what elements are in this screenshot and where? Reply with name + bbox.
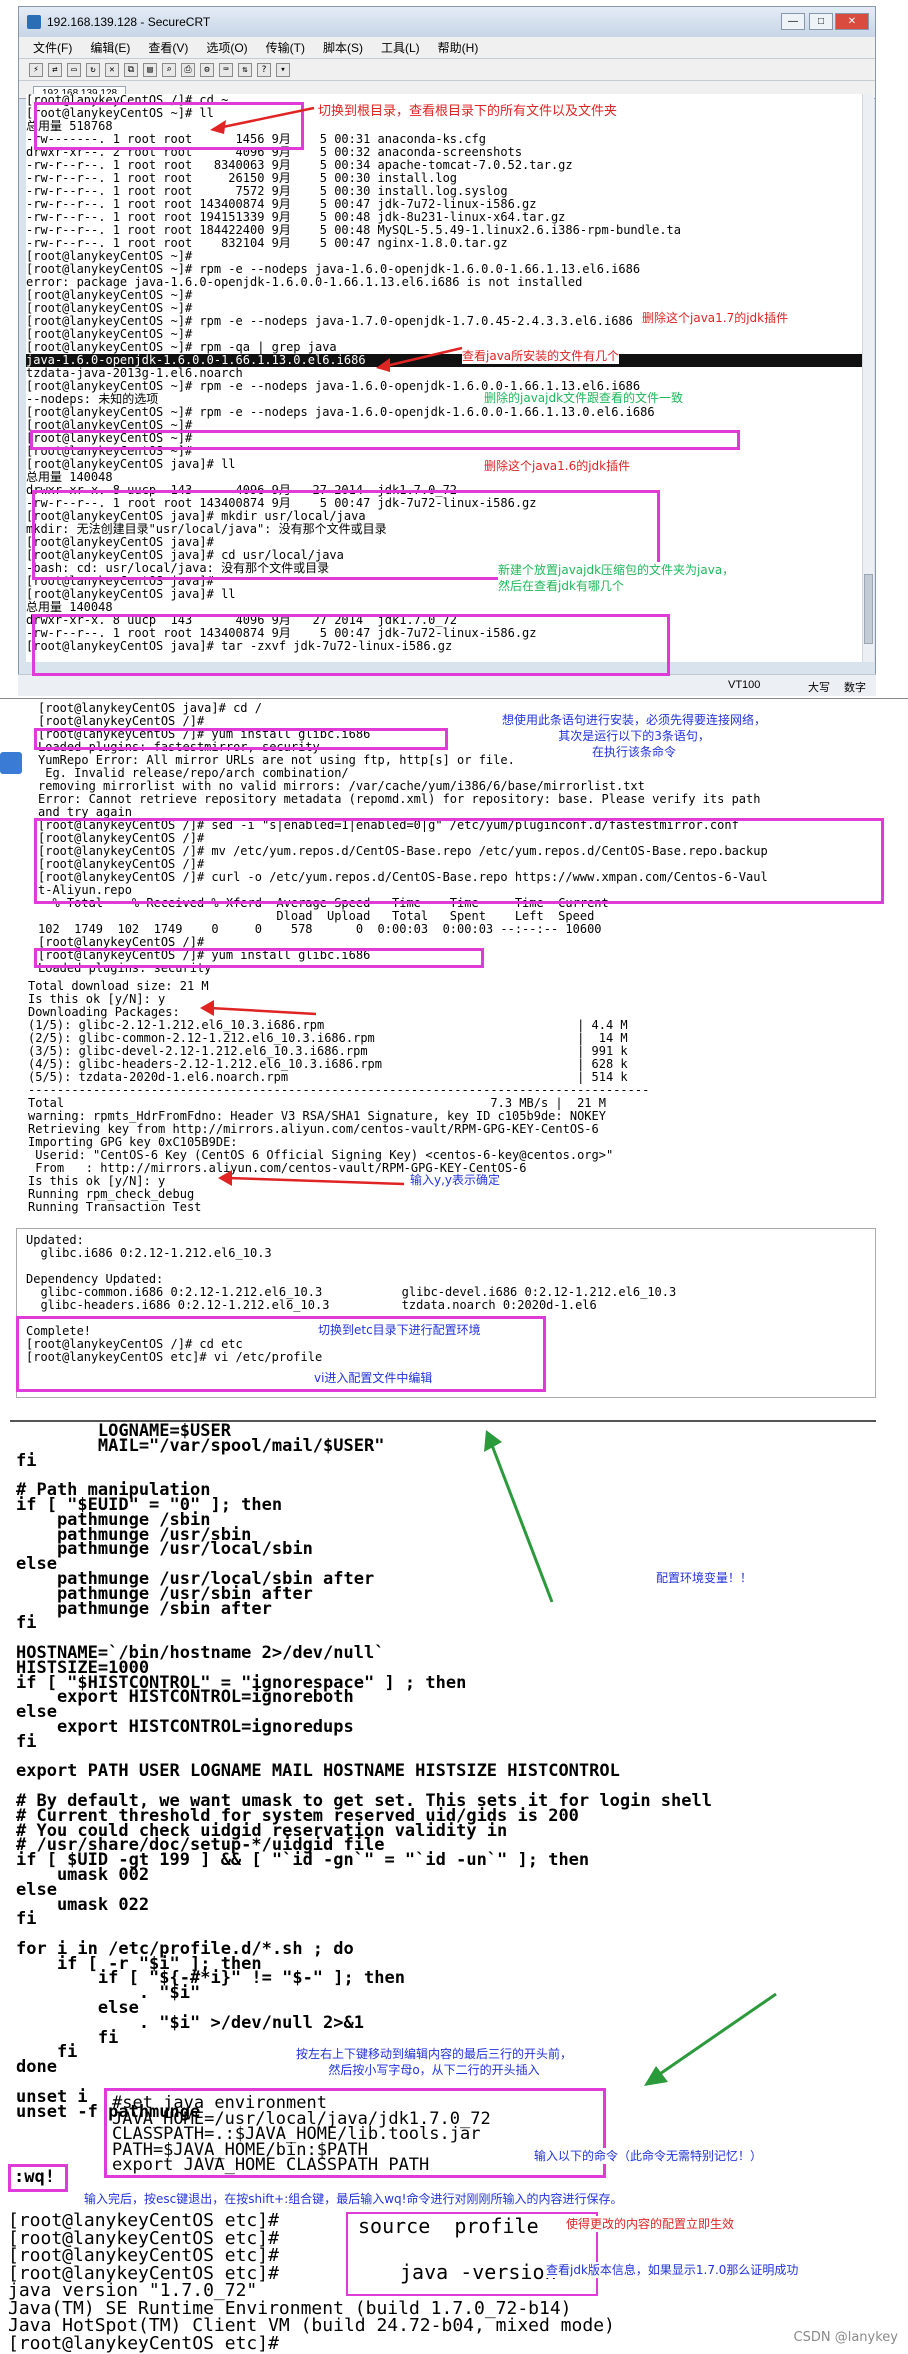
note-query-java: 查看java所安装的文件有几个	[462, 348, 620, 364]
toolbar: ⚡ ⇄ ▭ ↻ ✕ ⧉ ▤ ⌕ ⎙ ⚙ ⌨ ⇅ ? ▾	[19, 59, 875, 81]
status-bar: VT100 大写 数字	[18, 674, 876, 696]
vi-wq-command[interactable]: :wq!	[14, 2169, 55, 2186]
terminal-line: glibc.i686 0:2.12-1.212.el6_10.3	[26, 1246, 272, 1260]
window-title: 192.168.139.128 - SecureCRT	[47, 15, 211, 29]
minimize-button[interactable]: —	[781, 13, 805, 30]
print-icon[interactable]: ⎙	[181, 62, 195, 77]
menu-script[interactable]: 脚本(S)	[323, 39, 363, 56]
note-confirm-y: 输入y,y表示确定	[410, 1172, 501, 1188]
menu-edit[interactable]: 编辑(E)	[90, 39, 130, 56]
status-caps: 大写	[808, 682, 830, 694]
terminal-line: fi	[16, 1450, 37, 1471]
menu-view[interactable]: 查看(V)	[148, 39, 188, 56]
title-bar: 192.168.139.128 - SecureCRT	[19, 7, 875, 37]
menu-help[interactable]: 帮助(H)	[438, 39, 479, 56]
menu-options[interactable]: 选项(O)	[206, 39, 247, 56]
close-button[interactable]: ✕	[835, 13, 869, 30]
note-cd-etc: 切换到etc目录下进行配置环境	[318, 1322, 481, 1338]
terminal-line: umask 002	[16, 1864, 150, 1885]
note-wq: 输入完后，按esc键退出，在按shift+:组合键，最后输入wq!命令进行对刚刚…	[84, 2191, 623, 2207]
terminal-line: MAIL="/var/spool/mail/$USER"	[16, 1435, 385, 1456]
arrow-down-left	[644, 1992, 777, 2086]
note-remove-16: 删除这个java1.6的jdk插件	[484, 458, 631, 474]
status-terminal-type: VT100	[728, 679, 761, 691]
note-vi-edit: vi进入配置文件中编辑	[314, 1370, 433, 1386]
arrow-download	[200, 1000, 317, 1016]
app-icon	[27, 15, 41, 29]
quick-connect-icon[interactable]: ⇄	[48, 62, 62, 77]
terminal-line: export HISTCONTROL=ignoredups	[16, 1716, 354, 1737]
note-env-vars: 配置环境变量！！	[656, 1570, 753, 1586]
terminal-line: export PATH USER LOGNAME MAIL HOSTNAME H…	[16, 1761, 620, 1782]
session-tab-icon[interactable]: ▭	[67, 62, 81, 77]
terminal-line: Running Transaction Test	[28, 1200, 202, 1214]
terminal-line: glibc-headers.i686 0:2.12-1.212.el6_10.3…	[26, 1298, 597, 1312]
arrow-up-left	[484, 1430, 554, 1603]
terminal-line: Error: Cannot retrieve repository metada…	[38, 792, 761, 806]
settings-icon[interactable]: ⚙	[200, 62, 214, 77]
highlight-yum-install	[34, 728, 448, 750]
maximize-button[interactable]: □	[809, 13, 833, 30]
terminal-line: fi	[16, 1731, 37, 1752]
reconnect-icon[interactable]: ↻	[86, 62, 100, 77]
cmd-source-profile: source profile	[358, 2214, 539, 2238]
scrollbar-thumb[interactable]	[864, 574, 873, 644]
vi-added-lines[interactable]: #set java environment JAVA_HOME=/usr/loca…	[112, 2095, 602, 2175]
highlight-ll-again	[32, 614, 670, 676]
find-icon[interactable]: ⌕	[162, 62, 176, 77]
terminal-line: fi	[16, 1909, 37, 1930]
note-copy-cmds: 输入以下的命令（此命令无需特别记忆！）	[534, 2148, 763, 2164]
terminal-line: export JAVA_HOME CLASSPATH PATH	[112, 2155, 430, 2175]
note-java-version: 查看jdk版本信息，如果显示1.7.0那么证明成功	[546, 2262, 799, 2278]
menu-tools[interactable]: 工具(L)	[381, 39, 420, 56]
arrow-note-cd	[210, 106, 315, 134]
note-mkdir: 新建个放置javajdk压缩包的文件夹为java， 然后在查看jdk有哪几个	[498, 562, 735, 594]
help-icon[interactable]: ?	[257, 62, 271, 77]
note-source: 使得更改的内容的配置立即生效	[566, 2216, 735, 2232]
terminal-line: [root@lanykeyCentOS etc]#	[8, 2332, 279, 2354]
note-insert: 按左右上下键移动到编辑内容的最后三行的开头前， 然后按小写字母o，从下二行的开头…	[296, 2047, 573, 2077]
cmd-java-version: java -version	[400, 2260, 557, 2284]
terminal-line: [root@lanykeyCentOS java]# ll	[26, 587, 236, 601]
menu-transfer[interactable]: 传输(T)	[266, 39, 305, 56]
note-cd-root: 切换到根目录，查看根目录下的所有文件以及文件夹	[318, 104, 618, 120]
highlight-yum-retry	[34, 948, 484, 968]
note-remove-17: 删除这个java1.7的jdk插件	[642, 310, 789, 326]
taskbar-icon	[0, 752, 22, 774]
arrow-confirm	[218, 1170, 405, 1186]
highlight-three-commands	[34, 818, 884, 904]
terminal-scrollbar[interactable]	[862, 94, 874, 662]
terminal-line: pathmunge /sbin after	[16, 1598, 272, 1619]
options-icon[interactable]: ▾	[276, 62, 290, 77]
connect-icon[interactable]: ⚡	[29, 62, 43, 77]
menu-file[interactable]: 文件(F)	[33, 39, 72, 56]
paste-icon[interactable]: ▤	[143, 62, 157, 77]
note-match: 删除的javajdk文件跟查看的文件一致	[484, 390, 684, 406]
disconnect-icon[interactable]: ✕	[105, 62, 119, 77]
terminal-line: umask 022	[16, 1894, 150, 1915]
note-yum-network: 想使用此条语句进行安装，必须先得要连接网络， 其次是运行以下的3条语句， 在执行…	[502, 713, 767, 759]
arrow-note-query	[376, 346, 463, 372]
status-num: 数字	[844, 682, 866, 694]
terminal-line: fi	[16, 1613, 37, 1634]
menu-bar: 文件(F) 编辑(E) 查看(V) 选项(O) 传输(T) 脚本(S) 工具(L…	[19, 37, 875, 59]
terminal-line: Java HotSpot(TM) Client VM (build 24.72-…	[8, 2315, 615, 2336]
highlight-remove-16	[30, 430, 740, 450]
watermark: CSDN @lanykey	[793, 2330, 898, 2345]
keymap-icon[interactable]: ⌨	[219, 62, 233, 77]
terminal-line: export HISTCONTROL=ignoreboth	[16, 1687, 354, 1708]
sftp-icon[interactable]: ⇅	[238, 62, 252, 77]
terminal-line: pathmunge /usr/local/sbin	[16, 1539, 313, 1560]
copy-icon[interactable]: ⧉	[124, 62, 138, 77]
terminal-line: [root@lanykeyCentOS java]# ll	[26, 457, 236, 471]
